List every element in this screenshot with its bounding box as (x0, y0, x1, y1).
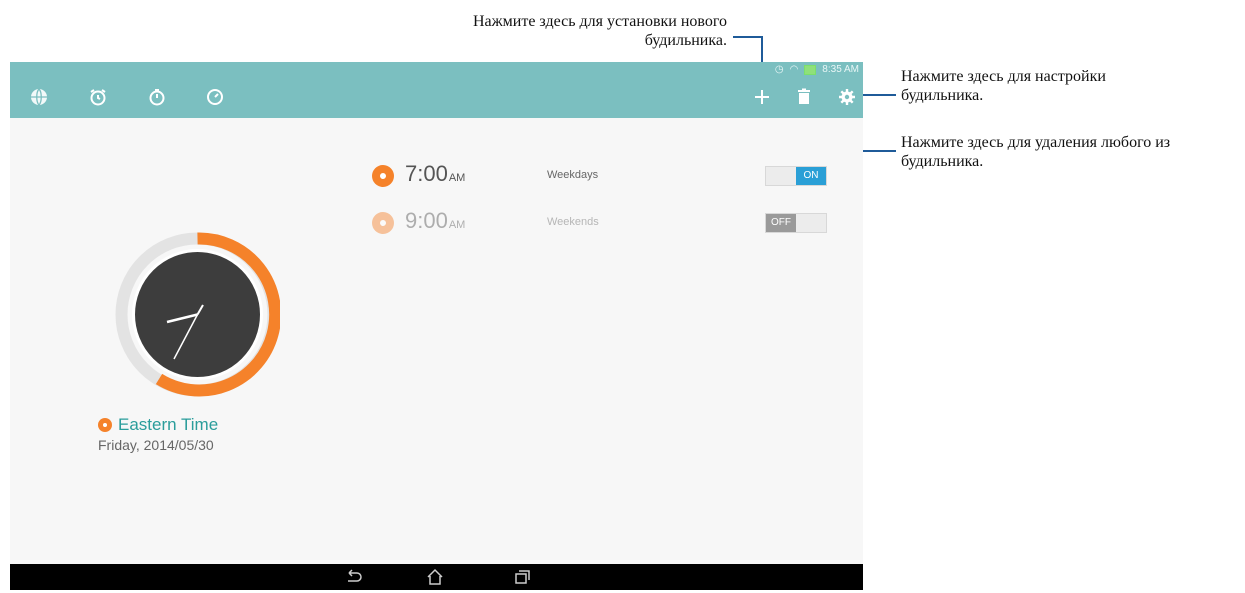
navigation-bar (10, 564, 863, 590)
status-bar: ◷ ◠ 8:35 AM (775, 64, 859, 75)
alarm-status-icon: ◷ (774, 64, 784, 75)
timezone-label: Eastern Time (98, 415, 218, 435)
recents-icon[interactable] (512, 568, 532, 586)
alarm-days: Weekdays (547, 169, 599, 181)
tablet-screen: ◷ ◠ 8:35 AM 7:00AM Weekdays ON 9:00AM We… (10, 62, 863, 590)
analog-clock (115, 232, 282, 397)
alarm-clock-icon[interactable] (88, 87, 108, 107)
back-icon[interactable] (343, 568, 363, 586)
app-bar: ◷ ◠ 8:35 AM (10, 62, 863, 118)
toggle-off-knob: OFF (766, 214, 796, 232)
alarm-days: Weekends (547, 216, 599, 228)
home-icon[interactable] (425, 568, 445, 586)
callout-add-line-h (733, 36, 763, 38)
alarm-toggle[interactable]: OFF (765, 213, 827, 233)
status-time: 8:35 AM (822, 64, 859, 75)
alarm-indicator (372, 212, 394, 234)
battery-icon (804, 64, 817, 75)
alarm-time: 7:00AM (405, 161, 466, 186)
alarm-toggle[interactable]: ON (765, 166, 827, 186)
toggle-on-knob: ON (796, 167, 826, 185)
stopwatch-icon[interactable] (147, 87, 167, 107)
callout-settings: Нажмите здесь для настройки будильника. (901, 68, 1106, 104)
callout-settings-line (858, 94, 896, 96)
gear-icon[interactable] (837, 87, 857, 107)
timezone-text: Eastern Time (118, 415, 219, 434)
trash-icon[interactable] (794, 87, 814, 107)
alarm-indicator (372, 165, 394, 187)
timer-icon[interactable] (205, 87, 225, 107)
alarm-row-weekdays[interactable]: 7:00AM Weekdays ON (372, 161, 832, 191)
globe-icon[interactable] (29, 87, 49, 107)
alarm-time: 9:00AM (405, 208, 466, 233)
wifi-icon: ◠ (789, 64, 799, 75)
alarm-row-weekends[interactable]: 9:00AM Weekends OFF (372, 208, 832, 238)
plus-icon[interactable] (752, 87, 772, 107)
timezone-dot (98, 418, 112, 432)
callout-add-alarm: Нажмите здесь для установки нового будил… (472, 13, 727, 49)
callout-delete: Нажмите здесь для удаления любого из буд… (901, 134, 1171, 170)
date-label: Friday, 2014/05/30 (98, 437, 214, 453)
